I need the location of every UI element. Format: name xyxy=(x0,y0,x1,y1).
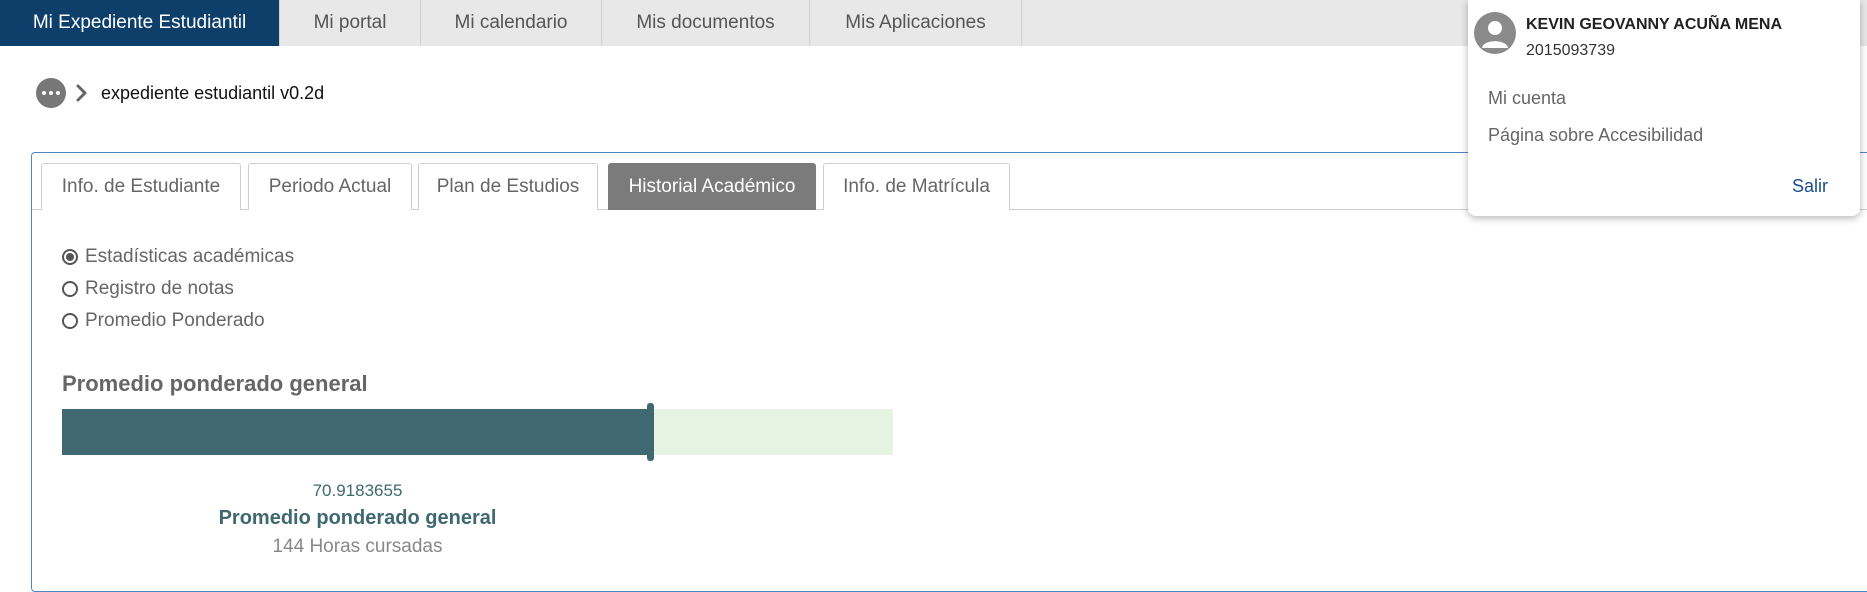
nav-tab-expediente[interactable]: Mi Expediente Estudiantil xyxy=(0,0,280,46)
tab-periodo-actual[interactable]: Periodo Actual xyxy=(248,163,412,210)
breadcrumb-title: expediente estudiantil v0.2d xyxy=(101,82,325,103)
progress-summary: 70.9183655 Promedio ponderado general 14… xyxy=(62,481,893,558)
section-title: Promedio ponderado general xyxy=(62,371,368,396)
tab-historial-academico[interactable]: Historial Académico xyxy=(608,163,816,210)
more-icon[interactable] xyxy=(36,78,66,108)
tab-plan-estudios[interactable]: Plan de Estudios xyxy=(418,163,598,210)
tab-info-matricula[interactable]: Info. de Matrícula xyxy=(823,163,1010,210)
radio-unselected-icon xyxy=(62,281,78,297)
radio-estadisticas[interactable]: Estadísticas académicas xyxy=(62,241,294,273)
chevron-right-icon xyxy=(76,84,87,102)
radio-promedio-ponderado[interactable]: Promedio Ponderado xyxy=(62,305,294,337)
radio-label: Registro de notas xyxy=(85,278,234,299)
hours-completed: 144 Horas cursadas xyxy=(272,536,443,557)
view-options: Estadísticas académicas Registro de nota… xyxy=(62,241,294,337)
radio-registro-notas[interactable]: Registro de notas xyxy=(62,273,294,305)
nav-tab-documentos[interactable]: Mis documentos xyxy=(602,0,810,46)
link-accesibilidad[interactable]: Página sobre Accesibilidad xyxy=(1488,125,1703,146)
link-mi-cuenta[interactable]: Mi cuenta xyxy=(1488,88,1566,109)
progress-label: Promedio ponderado general xyxy=(218,507,497,529)
nav-tab-aplicaciones[interactable]: Mis Aplicaciones xyxy=(810,0,1022,46)
user-id: 2015093739 xyxy=(1526,42,1615,59)
breadcrumb: expediente estudiantil v0.2d xyxy=(36,78,324,108)
user-name: KEVIN GEOVANNY ACUÑA MENA xyxy=(1526,16,1783,33)
progress-value: 70.9183655 xyxy=(312,481,403,500)
progress-fill xyxy=(62,409,651,455)
avatar-icon xyxy=(1474,12,1516,54)
radio-selected-icon xyxy=(62,249,78,265)
user-menu-dropdown: KEVIN GEOVANNY ACUÑA MENA 2015093739 Mi … xyxy=(1468,0,1860,216)
tab-info-estudiante[interactable]: Info. de Estudiante xyxy=(41,163,241,210)
radio-label: Estadísticas académicas xyxy=(85,246,295,267)
content-panel: Info. de Estudiante Periodo Actual Plan … xyxy=(31,152,1867,592)
progress-marker xyxy=(647,403,654,461)
progress-track xyxy=(62,403,893,461)
nav-tab-portal[interactable]: Mi portal xyxy=(280,0,421,46)
radio-label: Promedio Ponderado xyxy=(85,310,265,331)
logout-link[interactable]: Salir xyxy=(1792,176,1828,197)
radio-unselected-icon xyxy=(62,313,78,329)
nav-tab-calendario[interactable]: Mi calendario xyxy=(421,0,602,46)
